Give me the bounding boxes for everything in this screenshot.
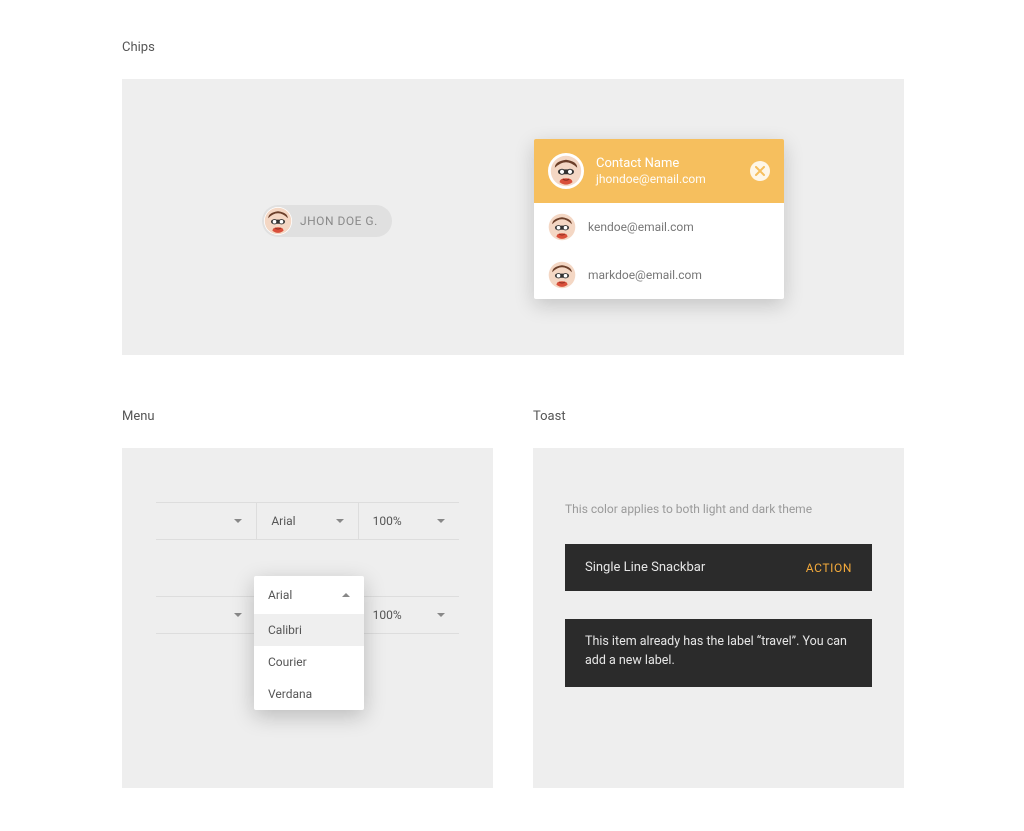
contact-suggestion-email: markdoe@email.com bbox=[588, 268, 702, 282]
toast-hint: This color applies to both light and dar… bbox=[565, 502, 872, 516]
chevron-down-icon bbox=[234, 613, 242, 617]
chevron-up-icon bbox=[342, 593, 350, 597]
avatar-icon bbox=[548, 213, 576, 241]
contact-suggestions-card: Contact Name jhondoe@email.com kendoe@em… bbox=[534, 139, 784, 299]
snackbar-text: This item already has the label “travel”… bbox=[585, 634, 847, 668]
contact-header: Contact Name jhondoe@email.com bbox=[534, 139, 784, 203]
section-title-toast: Toast bbox=[533, 409, 904, 424]
toolbar-row: Arial 100% bbox=[156, 502, 459, 540]
toast-panel: This color applies to both light and dar… bbox=[533, 448, 904, 788]
contact-name: Contact Name bbox=[596, 156, 750, 172]
menu-panel: Arial 100% Arial 100% bbox=[122, 448, 493, 788]
toolbar-cell-zoom[interactable]: 100% bbox=[359, 597, 459, 633]
dropdown-option[interactable]: Calibri bbox=[254, 614, 364, 646]
dropdown-option[interactable]: Verdana bbox=[254, 678, 364, 710]
dropdown-current-value: Arial bbox=[268, 588, 292, 602]
toolbar-cell-font[interactable]: Arial bbox=[257, 503, 358, 539]
snackbar-action-button[interactable]: ACTION bbox=[806, 561, 852, 575]
zoom-value: 100% bbox=[373, 608, 402, 622]
chevron-down-icon bbox=[336, 519, 344, 523]
chevron-down-icon bbox=[437, 519, 445, 523]
snackbar-multi: This item already has the label “travel”… bbox=[565, 619, 872, 687]
zoom-value: 100% bbox=[373, 514, 402, 528]
dropdown-option[interactable]: Courier bbox=[254, 646, 364, 678]
close-icon[interactable] bbox=[750, 161, 770, 181]
section-title-chips: Chips bbox=[122, 40, 904, 55]
toolbar-cell-blank[interactable] bbox=[156, 597, 257, 633]
snackbar-text: Single Line Snackbar bbox=[585, 560, 705, 575]
toolbar-cell-zoom[interactable]: 100% bbox=[359, 503, 459, 539]
contact-header-text: Contact Name jhondoe@email.com bbox=[596, 156, 750, 186]
contact-chip[interactable]: JHON DOE G. bbox=[262, 205, 392, 237]
snackbar-single: Single Line Snackbar ACTION bbox=[565, 544, 872, 591]
font-value: Arial bbox=[271, 514, 295, 528]
chips-panel: JHON DOE G. Contact Name jhondoe@email.c… bbox=[122, 79, 904, 355]
font-dropdown: Arial Calibri Courier Verdana bbox=[254, 576, 364, 710]
contact-suggestion-row[interactable]: markdoe@email.com bbox=[534, 251, 784, 299]
chevron-down-icon bbox=[234, 519, 242, 523]
section-title-menu: Menu bbox=[122, 409, 493, 424]
dropdown-current[interactable]: Arial bbox=[254, 576, 364, 614]
chip-label: JHON DOE G. bbox=[300, 214, 378, 228]
avatar-icon bbox=[264, 207, 292, 235]
avatar-icon bbox=[548, 153, 584, 189]
contact-suggestion-email: kendoe@email.com bbox=[588, 220, 694, 234]
avatar-icon bbox=[548, 261, 576, 289]
contact-suggestion-row[interactable]: kendoe@email.com bbox=[534, 203, 784, 251]
chevron-down-icon bbox=[437, 613, 445, 617]
toolbar-cell-blank[interactable] bbox=[156, 503, 257, 539]
contact-email: jhondoe@email.com bbox=[596, 172, 750, 186]
